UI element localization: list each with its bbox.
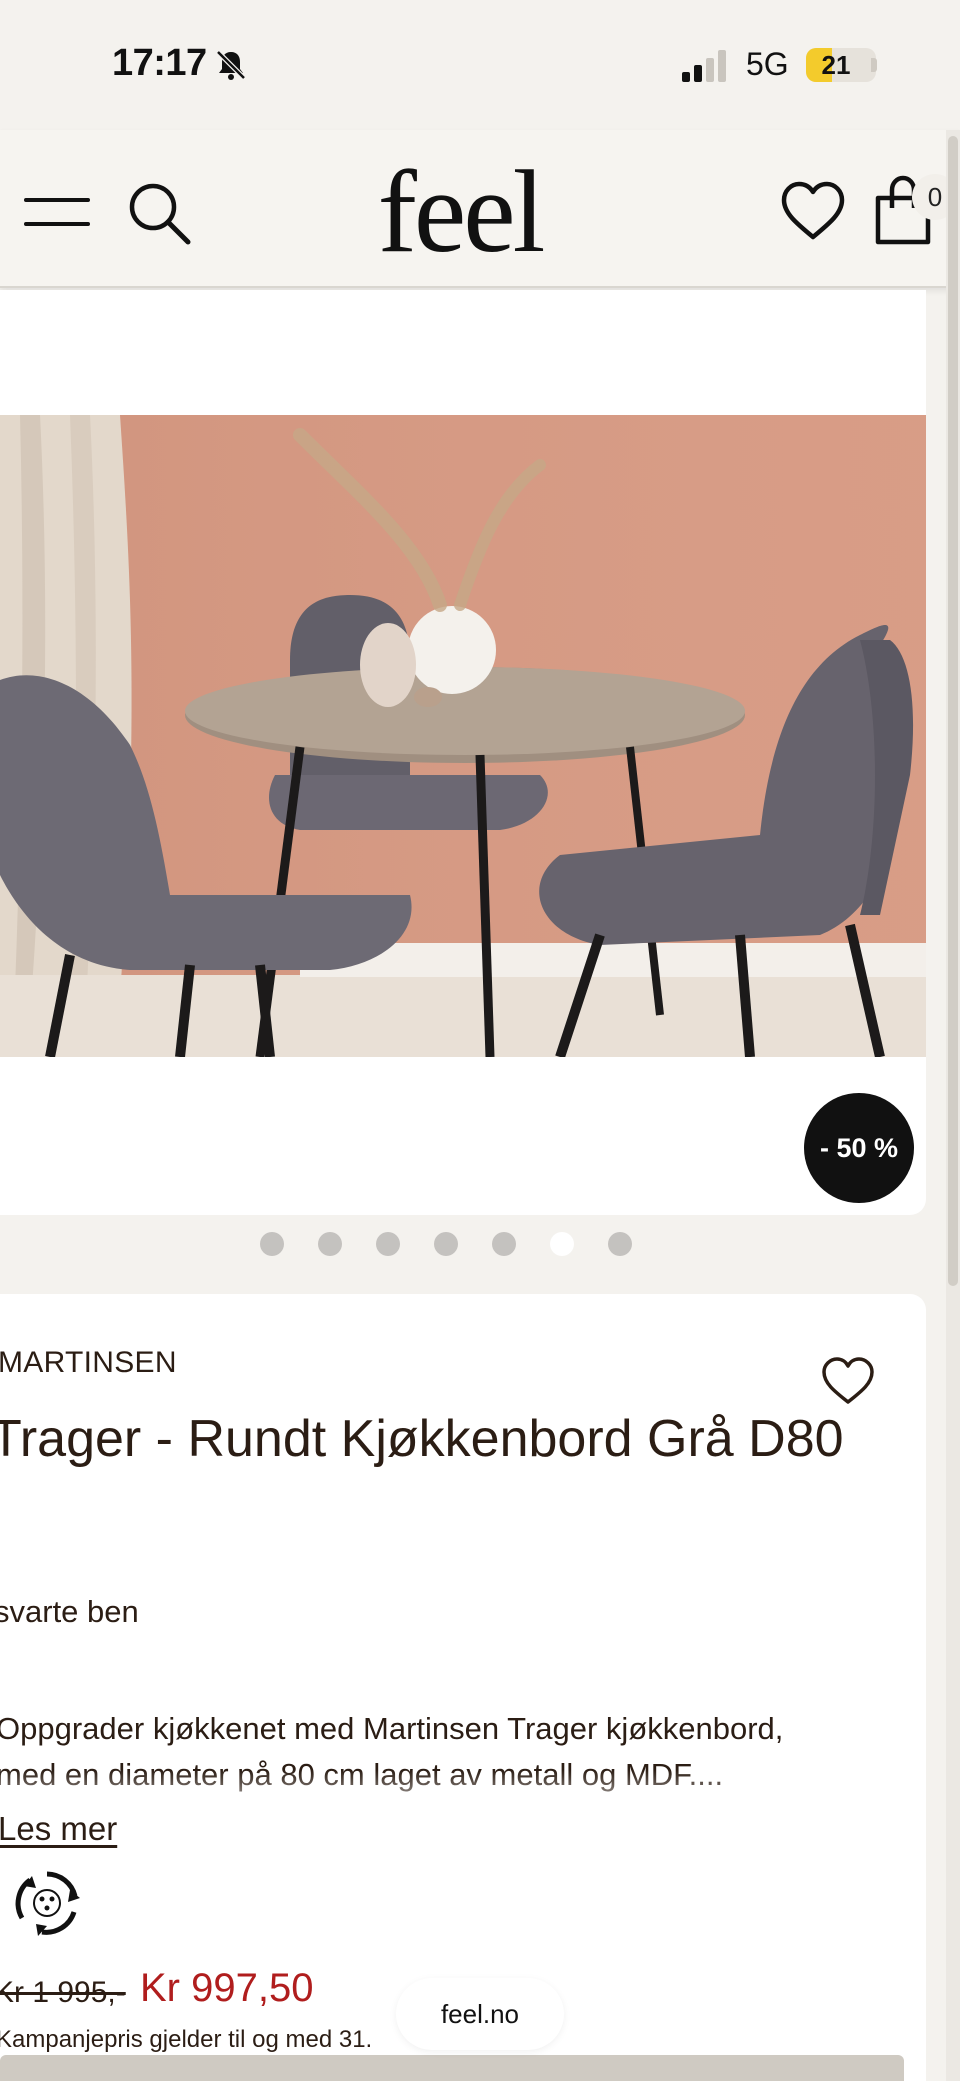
description-line: Oppgrader kjøkkenet med Martinsen Trager… [0,1711,784,1746]
status-time: 17:17 [112,42,207,84]
carousel-dot[interactable] [434,1232,458,1256]
search-icon[interactable] [126,180,192,246]
carousel-dot[interactable] [492,1232,516,1256]
discount-badge: - 50 % [804,1093,914,1203]
product-brand[interactable]: MARTINSEN [0,1346,177,1380]
browser-url-pill[interactable]: feel.no [396,1978,564,2050]
site-header: feel 0 [0,130,960,288]
network-label: 5G [746,46,789,82]
product-info-card: MARTINSEN Trager - Rundt Kjøkkenbord Grå… [0,1294,926,2081]
campaign-note: Kampanjepris gjelder til og med 31. [0,2026,373,2053]
scrollbar-thumb[interactable] [948,136,958,1286]
recycle-icon [15,1871,80,1936]
sale-price: Kr 997,50 [140,1966,314,2010]
product-subtitle: svarte ben [0,1594,139,1629]
site-logo[interactable]: feel [300,152,620,272]
carousel-dot[interactable] [550,1232,574,1256]
carousel-dot[interactable] [318,1232,342,1256]
battery-level: 21 [821,50,851,80]
product-photo[interactable] [0,415,926,1057]
carousel-dot[interactable] [608,1232,632,1256]
carousel-dot[interactable] [260,1232,284,1256]
bell-muted-icon [216,50,246,80]
menu-icon[interactable] [22,192,94,232]
battery-tip [871,58,877,72]
battery-icon: 21 [806,48,876,82]
status-bar: 17:17 5G 21 [0,0,960,130]
heart-icon[interactable] [780,180,846,242]
carousel-dot[interactable] [376,1232,400,1256]
wishlist-heart-icon[interactable] [820,1356,876,1406]
carousel-dots[interactable] [0,1230,926,1258]
add-to-cart-bar[interactable] [0,2055,904,2081]
read-more-link[interactable]: Les mer [0,1810,117,1848]
signal-icon [682,50,726,82]
original-price: Kr 1 995,- [0,1976,126,2009]
product-title: Trager - Rundt Kjøkkenbord Grå D80 [0,1410,844,1468]
product-gallery[interactable]: - 50 % [0,290,926,1215]
description-fade [0,1770,926,1820]
